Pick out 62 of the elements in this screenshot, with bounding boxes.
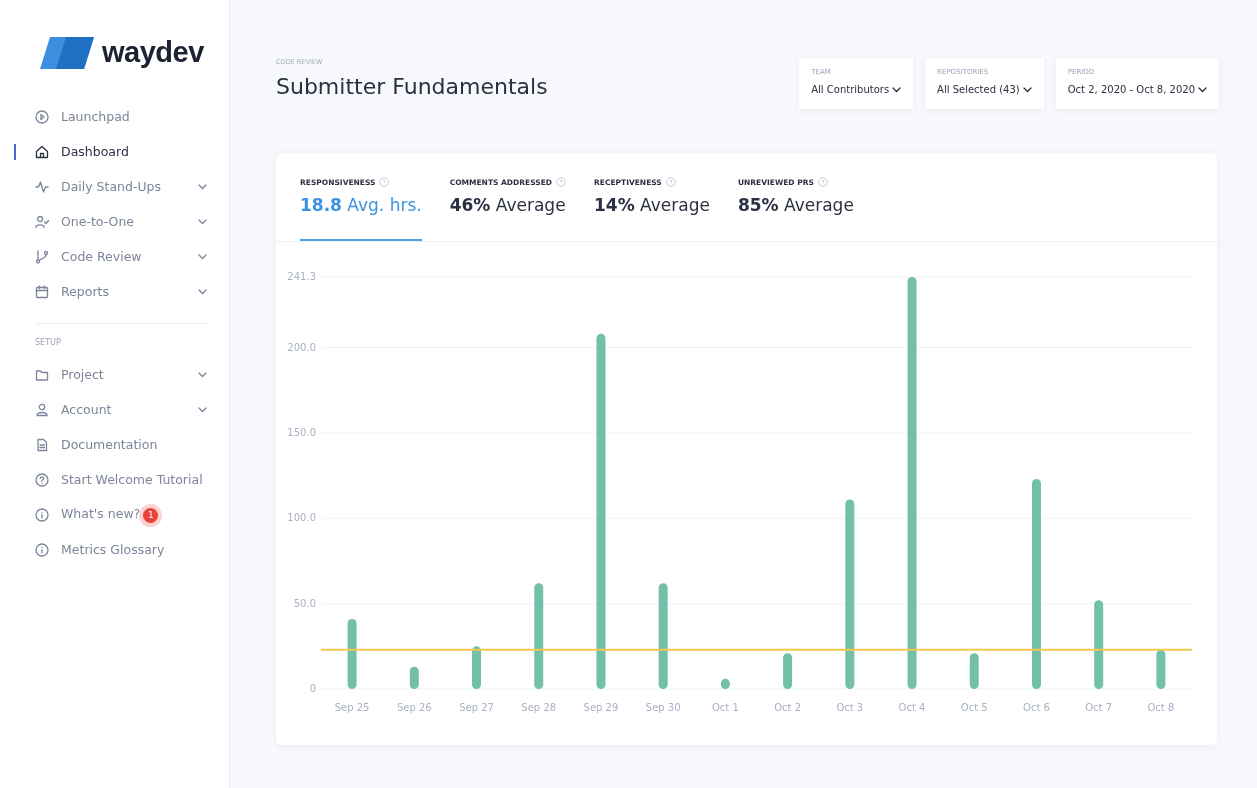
nav-item[interactable]: Metrics Glossary — [0, 532, 207, 567]
x-axis-label: Sep 28 — [521, 702, 557, 713]
nav-item[interactable]: Launchpad — [0, 99, 207, 134]
nav-item[interactable]: Project — [0, 357, 207, 392]
x-axis-label: Sep 27 — [459, 702, 494, 713]
y-axis-label: 0 — [309, 683, 316, 694]
chevron-down-icon — [1022, 86, 1032, 93]
nav-item[interactable]: What's new? 1 — [0, 497, 207, 532]
bar — [472, 646, 482, 689]
folder-icon — [35, 367, 49, 382]
bar — [409, 666, 419, 689]
user-check-icon — [35, 214, 49, 229]
info-icon — [35, 542, 49, 557]
merge-icon — [35, 249, 49, 264]
x-axis-label: Oct 2 — [774, 702, 802, 713]
x-axis-label: Oct 6 — [1023, 702, 1050, 713]
bar — [1156, 649, 1166, 689]
nav-item[interactable]: Daily Stand-Ups — [0, 169, 207, 204]
chevron-down-icon — [1198, 86, 1207, 93]
nav-item[interactable]: Reports — [0, 274, 207, 309]
nav-item[interactable]: Dashboard — [0, 134, 207, 169]
x-axis-label: Oct 4 — [898, 702, 926, 713]
nav-item[interactable]: Start Welcome Tutorial — [0, 462, 207, 497]
user-icon — [35, 402, 49, 417]
x-axis-label: Oct 3 — [836, 702, 864, 713]
page-title: Submitter Fundamentals — [276, 74, 548, 99]
nav-item[interactable]: Account — [0, 392, 207, 427]
nav-item[interactable]: Documentation — [0, 427, 207, 462]
help-icon — [379, 177, 390, 187]
bar — [969, 653, 979, 689]
x-axis-label: Sep 25 — [334, 702, 370, 713]
x-axis-label: Sep 30 — [645, 702, 681, 713]
x-axis-label: Oct 5 — [960, 702, 988, 713]
x-axis-label: Sep 29 — [583, 702, 619, 713]
play-icon — [35, 109, 49, 124]
chevron-down-icon — [892, 86, 902, 93]
bar — [720, 678, 730, 689]
section-heading: SETUP — [34, 338, 62, 347]
y-axis-label: 150.0 — [287, 426, 316, 438]
nav-item[interactable]: One-to-One — [0, 204, 207, 239]
help-icon — [35, 472, 49, 487]
x-axis-label: Oct 8 — [1147, 702, 1175, 713]
nav-item[interactable]: Code Review — [0, 239, 207, 274]
y-axis-label: 50.0 — [293, 597, 316, 609]
bar — [347, 619, 357, 689]
help-icon — [817, 177, 828, 187]
x-axis-label: Sep 26 — [396, 702, 432, 713]
y-axis-label: 100.0 — [287, 512, 316, 524]
logo-icon — [40, 36, 94, 69]
document-icon — [35, 437, 49, 452]
info-icon — [35, 507, 49, 522]
calendar-icon — [35, 284, 49, 299]
x-axis-label: Oct 7 — [1085, 702, 1113, 713]
pulse-icon — [35, 179, 49, 194]
logo-text: waydev — [102, 36, 204, 69]
help-icon — [556, 177, 566, 187]
y-axis-label: 200.0 — [287, 341, 316, 353]
x-axis-label: Oct 1 — [711, 702, 739, 713]
y-axis-label: 241.3 — [287, 271, 316, 282]
home-icon — [35, 144, 49, 159]
help-icon — [665, 177, 676, 187]
bar — [783, 653, 793, 689]
